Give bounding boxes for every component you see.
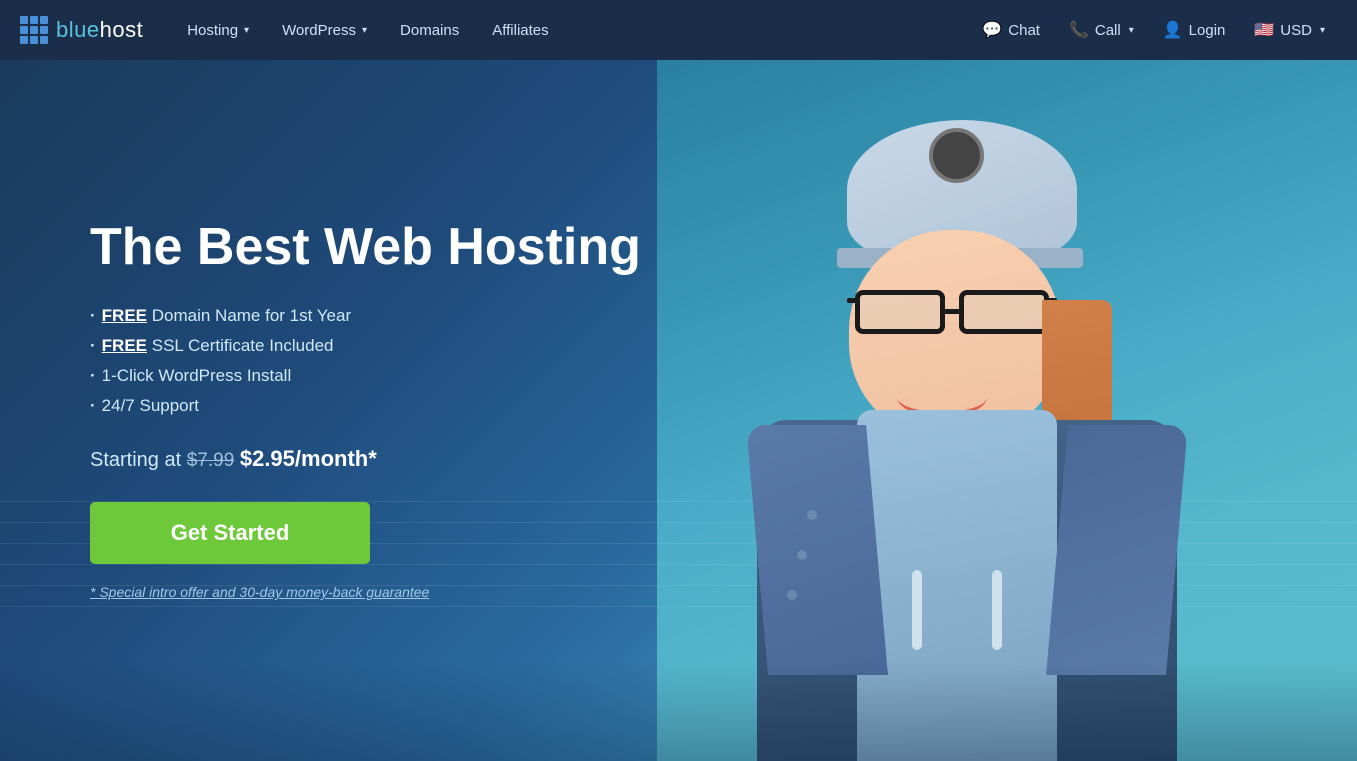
feature-item: · 1-Click WordPress Install [90,366,641,386]
call-button[interactable]: 📞 Call ▾ [1057,12,1146,48]
hero-section: The Best Web Hosting · FREE Domain Name … [0,60,1357,761]
flag-icon: 🇺🇸 [1254,20,1274,40]
chevron-down-icon: ▾ [362,25,367,36]
price-old: $7.99 [187,450,235,471]
hero-wave-decoration [0,661,1357,761]
chat-icon: 💬 [982,20,1002,40]
nav-domains[interactable]: Domains [386,14,473,47]
chevron-down-icon: ▾ [244,25,249,36]
navbar: bluehost Hosting ▾ WordPress ▾ Domains A… [0,0,1357,60]
brand-logo[interactable]: bluehost [20,16,143,44]
feature-item: · FREE Domain Name for 1st Year [90,306,641,326]
chevron-down-icon: ▾ [1129,25,1134,36]
nav-links: Hosting ▾ WordPress ▾ Domains Affiliates [173,14,970,47]
price-new: $2.95/month* [240,446,377,471]
hero-features-list: · FREE Domain Name for 1st Year · FREE S… [90,306,641,416]
chat-button[interactable]: 💬 Chat [970,12,1052,48]
feature-item: · FREE SSL Certificate Included [90,336,641,356]
phone-icon: 📞 [1069,20,1089,40]
brand-grid-icon [20,16,48,44]
get-started-button[interactable]: Get Started [90,502,370,564]
chevron-down-icon: ▾ [1320,25,1325,36]
nav-affiliates[interactable]: Affiliates [478,14,562,47]
nav-right: 💬 Chat 📞 Call ▾ 👤 Login 🇺🇸 USD ▾ [970,12,1337,48]
nav-wordpress[interactable]: WordPress ▾ [268,14,381,47]
brand-name: bluehost [56,17,143,43]
hero-content: The Best Web Hosting · FREE Domain Name … [0,219,641,602]
login-button[interactable]: 👤 Login [1151,12,1238,48]
hero-title: The Best Web Hosting [90,219,641,276]
disclaimer-link[interactable]: * Special intro offer and 30-day money-b… [90,584,429,600]
currency-selector[interactable]: 🇺🇸 USD ▾ [1242,12,1337,48]
hero-pricing: Starting at $7.99 $2.95/month* [90,446,641,472]
feature-item: · 24/7 Support [90,396,641,416]
user-icon: 👤 [1163,20,1183,40]
nav-hosting[interactable]: Hosting ▾ [173,14,263,47]
